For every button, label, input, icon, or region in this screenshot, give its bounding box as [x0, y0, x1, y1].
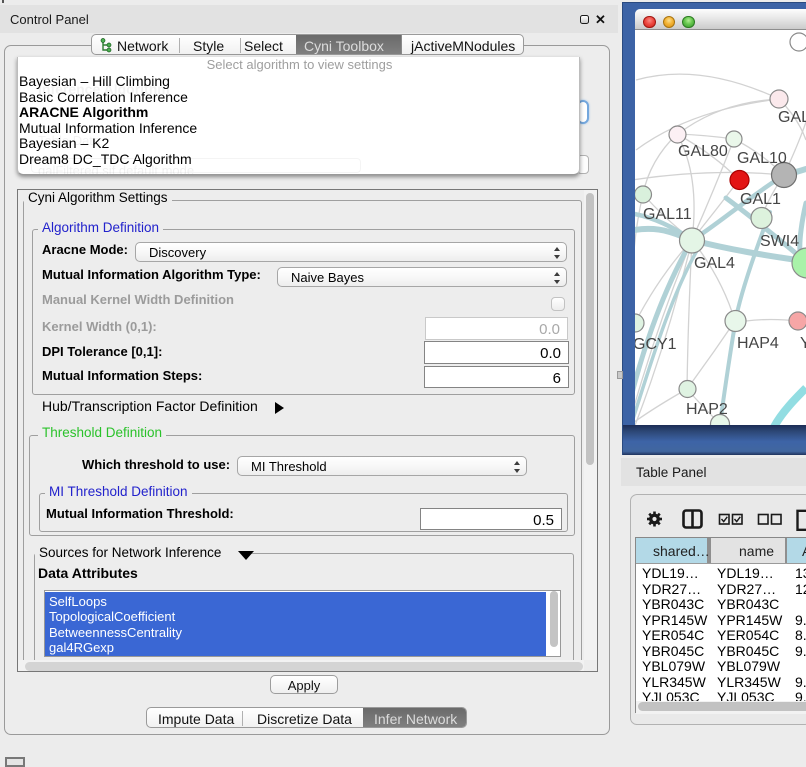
svg-text:GAL11: GAL11: [643, 206, 692, 223]
svg-text:HAP4: HAP4: [737, 335, 779, 352]
svg-text:SWI4: SWI4: [760, 233, 799, 250]
svg-text:GCY1: GCY1: [635, 336, 677, 353]
svg-text:HAP2: HAP2: [686, 401, 728, 418]
svg-text:Y: Y: [800, 335, 806, 352]
svg-text:GAL7: GAL7: [778, 109, 806, 126]
svg-text:GAL80: GAL80: [678, 143, 728, 160]
svg-text:GAL10: GAL10: [737, 150, 787, 167]
svg-text:GAL1: GAL1: [740, 191, 781, 208]
svg-text:GAL4: GAL4: [694, 255, 735, 272]
